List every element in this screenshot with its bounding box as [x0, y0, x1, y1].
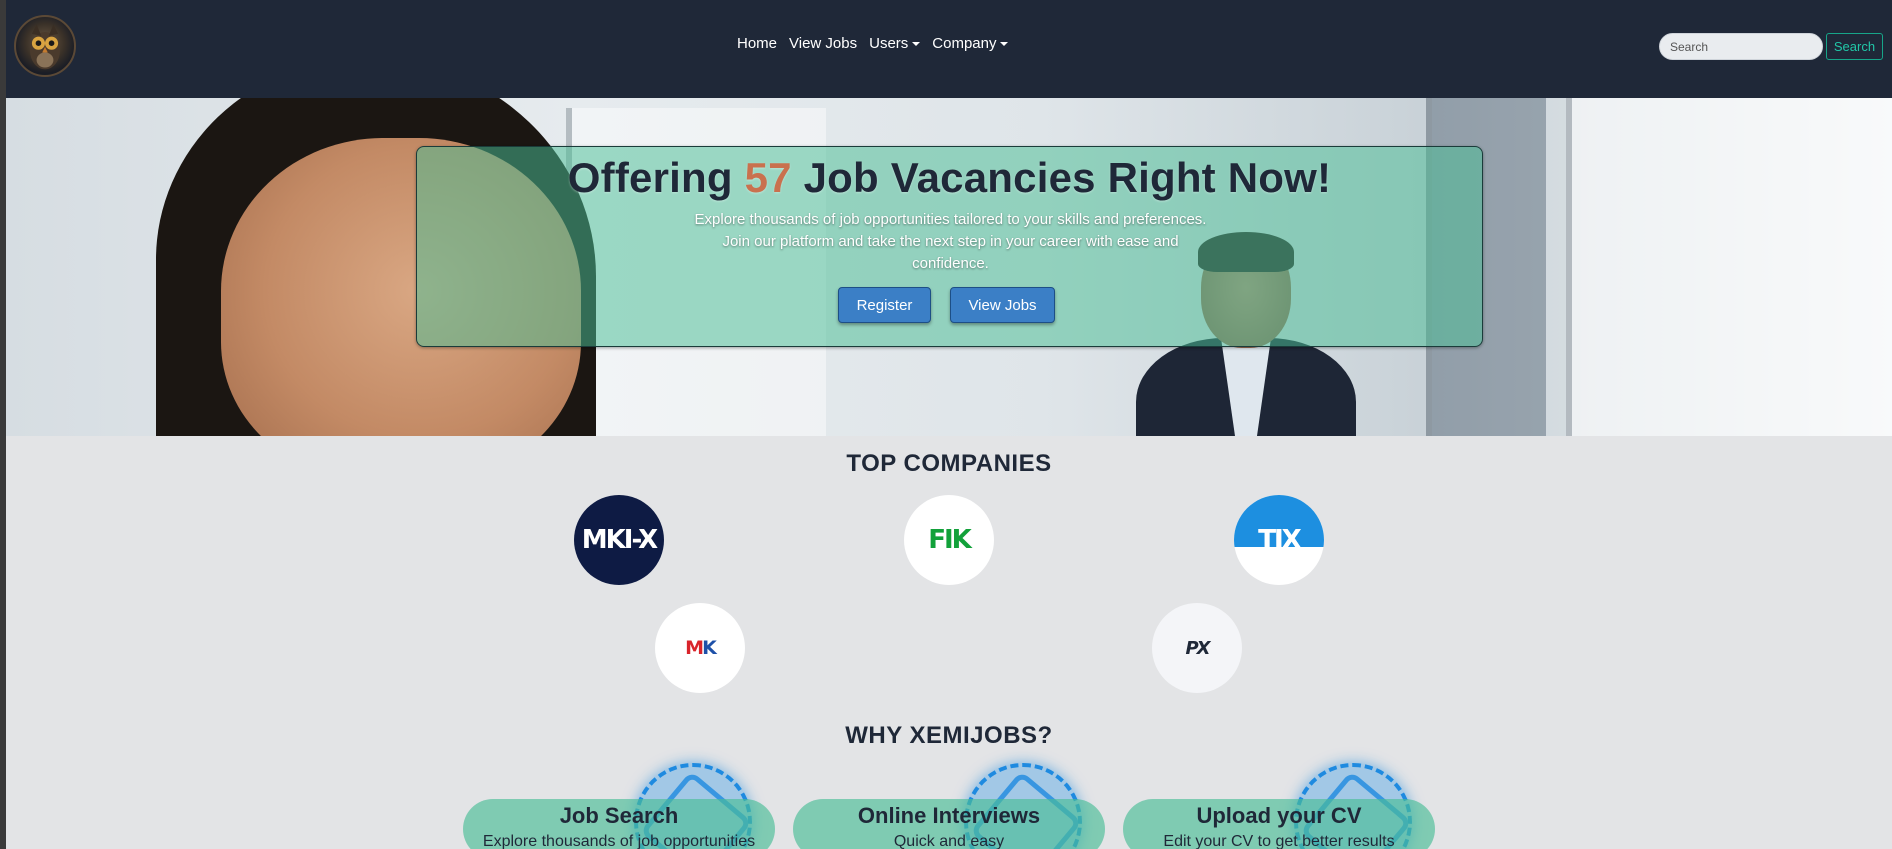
register-button[interactable]: Register	[838, 287, 931, 323]
top-companies-title: TOP COMPANIES	[846, 450, 1052, 477]
nav-company-dropdown[interactable]: Company	[932, 35, 1009, 52]
feature-card-online-interviews[interactable]: Online Interviews Quick and easy	[793, 758, 1105, 849]
owl-logo-graphic	[30, 24, 60, 70]
company-logo-text: MKI-X	[581, 525, 658, 555]
nav-view-jobs-link[interactable]: View Jobs	[789, 35, 857, 52]
company-logo-text-k: K	[702, 637, 717, 659]
feature-title: Online Interviews	[857, 803, 1041, 828]
company-logo-text: PX	[1185, 637, 1210, 659]
feature-description: Quick and easy	[893, 833, 1005, 849]
navbar: Home View Jobs Users Company Search	[6, 0, 1892, 98]
feature-title: Job Search	[559, 803, 679, 828]
company-logo-text-m: M	[685, 637, 704, 659]
hero-title: Offering 57 Job Vacancies Right Now!	[417, 154, 1482, 202]
company-logo-px[interactable]: PX	[1152, 603, 1242, 693]
caret-down-icon	[912, 42, 921, 47]
hero-title-prefix: Offering	[567, 154, 745, 201]
feature-card-upload-cv[interactable]: Upload your CV Edit your CV to get bette…	[1123, 758, 1435, 849]
company-logo-text: FIK	[928, 525, 972, 555]
view-jobs-button[interactable]: View Jobs	[950, 287, 1055, 323]
hero-card: Offering 57 Job Vacancies Right Now! Exp…	[416, 146, 1483, 347]
feature-title: Upload your CV	[1196, 803, 1362, 828]
page: Home View Jobs Users Company Search Offe…	[6, 0, 1892, 849]
company-logo-text: TIX	[1258, 525, 1301, 555]
search-button[interactable]: Search	[1826, 33, 1883, 60]
hero-background-window	[1566, 98, 1892, 436]
hero-title-suffix: Job Vacancies Right Now!	[791, 154, 1332, 201]
nav-users-label: Users	[869, 35, 909, 52]
company-logo-mk[interactable]: MK	[655, 603, 745, 693]
feature-card-job-search[interactable]: Job Search Explore thousands of job oppo…	[463, 758, 775, 849]
company-logo-tix[interactable]: TIX	[1234, 495, 1324, 585]
hero-description: Explore thousands of job opportunities t…	[694, 211, 1207, 272]
why-xemijobs-title: WHY XEMIJOBS?	[845, 722, 1053, 749]
search-input[interactable]	[1659, 33, 1823, 60]
owl-logo-icon[interactable]	[14, 15, 76, 77]
feature-description: Edit your CV to get better results	[1163, 833, 1395, 849]
company-logo-fik[interactable]: FIK	[904, 495, 994, 585]
hero-banner: Offering 57 Job Vacancies Right Now! Exp…	[6, 98, 1892, 436]
feature-description: Explore thousands of job opportunities	[482, 833, 756, 849]
job-count: 57	[744, 154, 792, 201]
nav-company-label: Company	[932, 35, 997, 52]
nav-home-link[interactable]: Home	[737, 35, 777, 52]
nav-users-dropdown[interactable]: Users	[869, 35, 921, 52]
caret-down-icon	[1000, 42, 1009, 47]
company-logo-mkix[interactable]: MKI-X	[574, 495, 664, 585]
